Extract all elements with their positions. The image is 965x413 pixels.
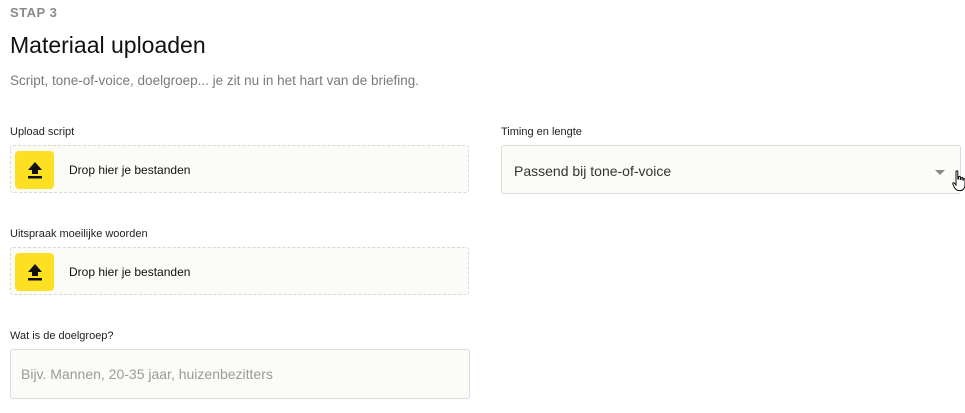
pronunciation-dropzone[interactable]: Drop hier je bestanden xyxy=(10,247,469,295)
timing-label: Timing en lengte xyxy=(501,126,582,138)
step-indicator: STAP 3 xyxy=(10,5,58,20)
pronunciation-drop-text: Drop hier je bestanden xyxy=(69,265,191,279)
hand-cursor-icon xyxy=(952,170,965,191)
page-subtitle: Script, tone-of-voice, doelgroep... je z… xyxy=(10,73,419,88)
caret-down-icon xyxy=(935,170,945,175)
upload-script-button[interactable] xyxy=(15,151,54,189)
target-group-input[interactable] xyxy=(10,349,470,399)
timing-select[interactable]: Passend bij tone-of-voice xyxy=(501,145,961,194)
upload-icon xyxy=(27,264,42,281)
pronunciation-label: Uitspraak moeilijke woorden xyxy=(10,228,148,240)
page-title: Materiaal uploaden xyxy=(10,32,206,58)
pronunciation-upload-button[interactable] xyxy=(15,253,54,291)
target-group-label: Wat is de doelgroep? xyxy=(10,330,114,342)
upload-script-drop-text: Drop hier je bestanden xyxy=(69,163,191,177)
upload-script-label: Upload script xyxy=(10,126,75,138)
timing-selected-value: Passend bij tone-of-voice xyxy=(514,163,672,179)
upload-icon xyxy=(27,162,42,179)
upload-script-dropzone[interactable]: Drop hier je bestanden xyxy=(10,145,469,193)
